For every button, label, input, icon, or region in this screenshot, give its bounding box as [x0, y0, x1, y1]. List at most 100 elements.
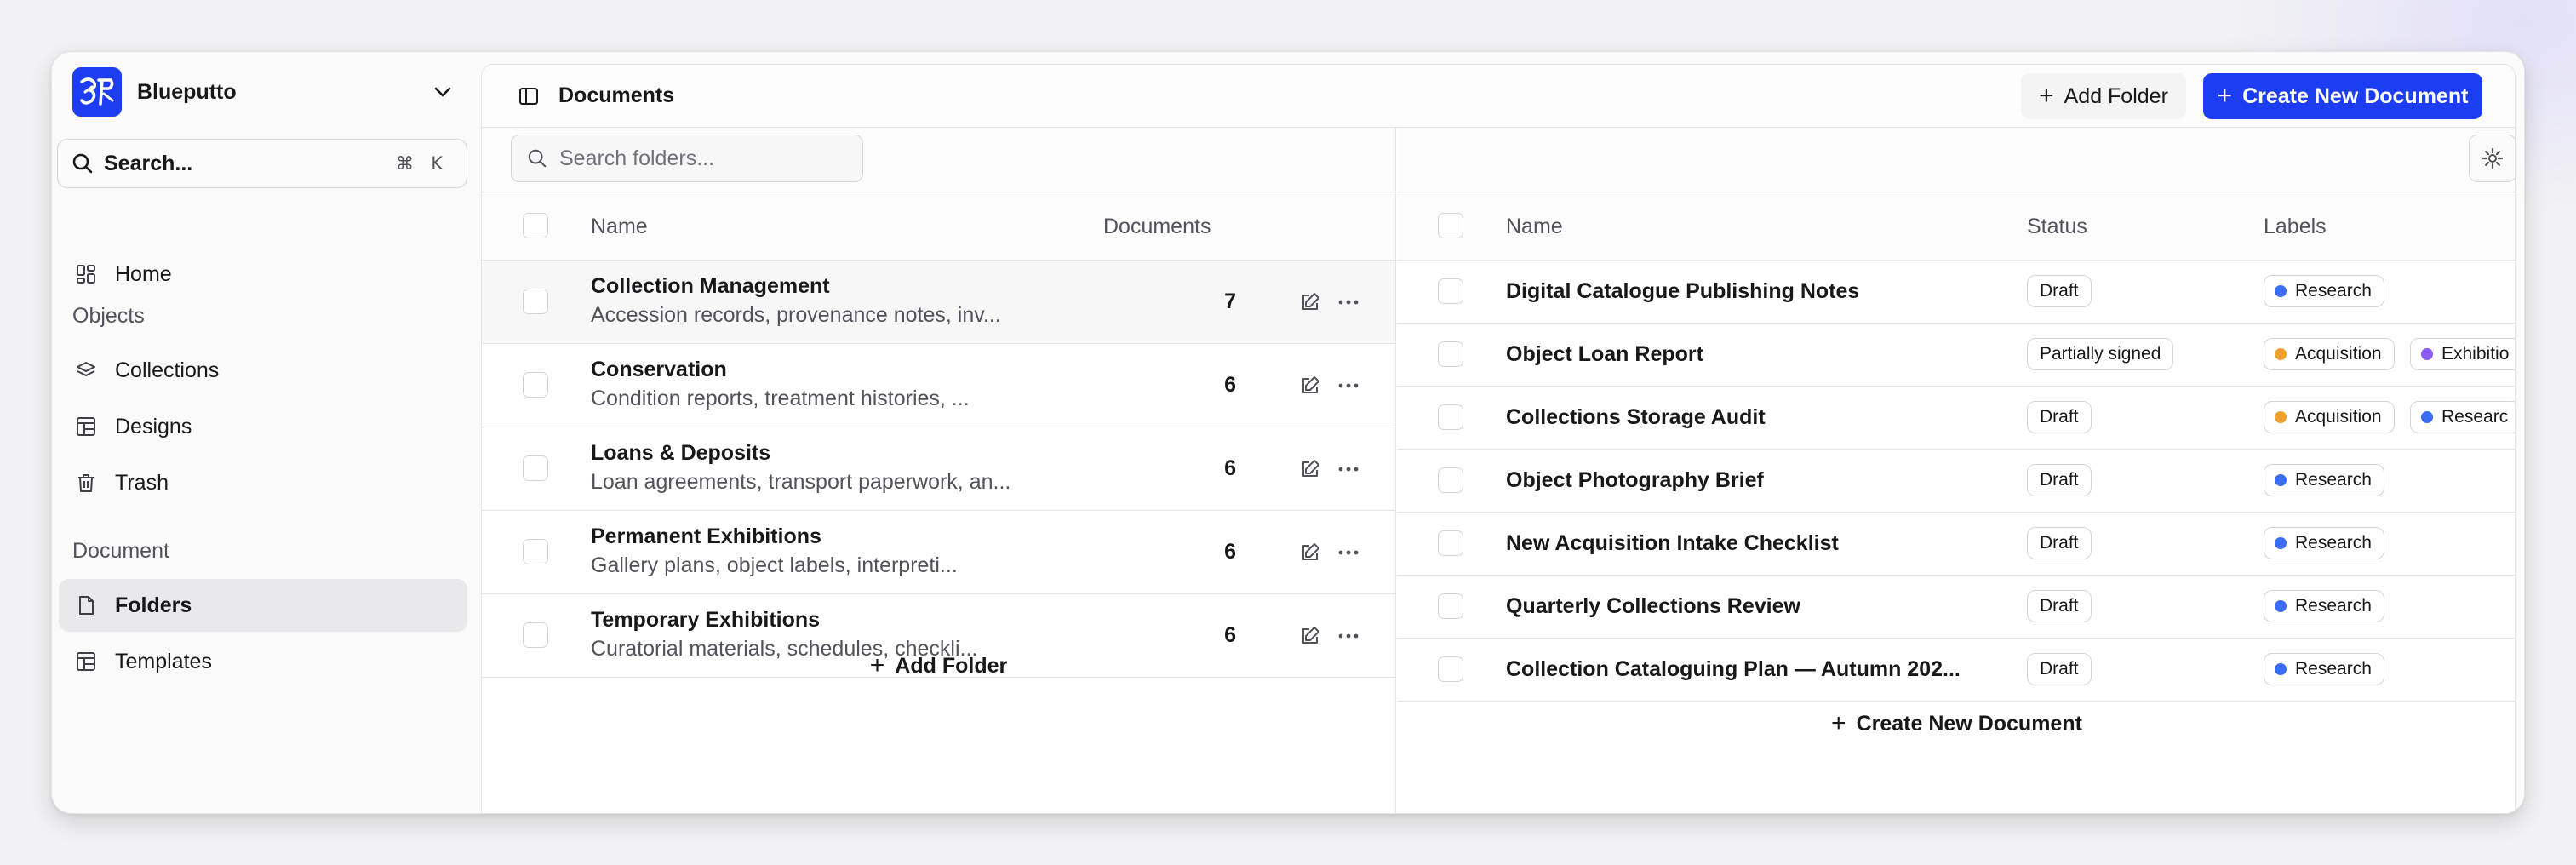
select-all-documents-checkbox[interactable]	[1438, 213, 1463, 238]
row-checkbox[interactable]	[523, 539, 548, 564]
shortcut-k-key: K	[431, 153, 443, 174]
gear-icon	[2482, 147, 2504, 169]
select-all-folders-checkbox[interactable]	[523, 213, 548, 238]
section-heading-document: Document	[72, 539, 169, 563]
section-heading-objects: Objects	[72, 304, 145, 328]
folder-document-count: 6	[1224, 373, 1236, 397]
folder-name: Conservation	[591, 358, 727, 381]
add-folder-button[interactable]: + Add Folder	[2021, 73, 2186, 119]
folders-table-header: Name Documents	[482, 192, 1395, 261]
folder-description: Loan agreements, transport paperwork, an…	[591, 470, 1011, 494]
table-row[interactable]: Quarterly Collections Review Draft Researc…	[1397, 576, 2515, 639]
row-checkbox[interactable]	[523, 372, 548, 398]
file-icon	[74, 593, 98, 617]
status-badge: Draft	[2027, 590, 2092, 622]
row-checkbox[interactable]	[1438, 404, 1463, 430]
create-document-link[interactable]: + Create New Document	[1397, 707, 2515, 741]
folder-document-count: 6	[1224, 623, 1236, 647]
label-color-dot	[2275, 411, 2287, 423]
folder-name: Loans & Deposits	[591, 441, 771, 465]
document-name: Object Loan Report	[1506, 342, 1703, 366]
document-name: Collection Cataloguing Plan — Autumn 202…	[1506, 657, 1961, 681]
table-row[interactable]: Collection Management Accession records,…	[482, 261, 1395, 344]
sidebar-item-collections[interactable]: Collections	[59, 344, 467, 397]
label-color-dot	[2275, 537, 2287, 549]
label-color-dot	[2421, 348, 2433, 360]
table-row[interactable]: Loans & Deposits Loan agreements, transp…	[482, 427, 1395, 511]
edit-icon[interactable]	[1299, 458, 1321, 480]
page-header: Documents + Add Folder + Create New Docu…	[482, 65, 2515, 128]
plus-icon: +	[869, 651, 885, 679]
add-folder-link-label: Add Folder	[895, 653, 1008, 678]
workspace-switcher[interactable]: Blueputto	[72, 67, 464, 117]
create-document-button[interactable]: + Create New Document	[2203, 73, 2482, 119]
row-checkbox[interactable]	[1438, 656, 1463, 682]
label-chip: Research	[2264, 527, 2384, 559]
sidebar-item-label: Home	[115, 261, 172, 286]
more-options-icon[interactable]	[1337, 458, 1360, 480]
label-text: Exhibitio	[2441, 344, 2510, 364]
edit-icon[interactable]	[1299, 625, 1321, 647]
table-row[interactable]: Object Photography Brief Draft Research	[1397, 450, 2515, 513]
edit-icon[interactable]	[1299, 375, 1321, 397]
layout-icon	[74, 415, 98, 438]
edit-icon[interactable]	[1299, 291, 1321, 313]
label-text: Research	[2295, 470, 2372, 490]
template-icon	[74, 650, 98, 673]
more-options-icon[interactable]	[1337, 291, 1360, 313]
column-header-name: Name	[1506, 215, 1563, 238]
sidebar-item-label: Templates	[115, 649, 212, 673]
table-row[interactable]: Permanent Exhibitions Gallery plans, obj…	[482, 511, 1395, 594]
column-header-name: Name	[591, 215, 648, 238]
label-chip: Research	[2264, 275, 2384, 307]
table-row[interactable]: Digital Catalogue Publishing Notes Draft R…	[1397, 261, 2515, 324]
label-chip: Exhibitio	[2410, 338, 2515, 370]
sidebar-item-label: Designs	[115, 414, 192, 438]
status-badge: Draft	[2027, 653, 2092, 685]
create-document-label: Create New Document	[2242, 83, 2469, 108]
sidebar-item-home[interactable]: Home	[59, 248, 467, 301]
brand-logo	[72, 67, 122, 117]
table-row[interactable]: Object Loan Report Partially signed Acquis…	[1397, 324, 2515, 387]
status-badge: Draft	[2027, 275, 2092, 307]
document-name: Collections Storage Audit	[1506, 405, 1766, 429]
status-badge: Draft	[2027, 527, 2092, 559]
row-checkbox[interactable]	[523, 455, 548, 481]
sidebar-item-folders[interactable]: Folders	[59, 579, 467, 632]
global-search[interactable]: Search... ⌘ K	[57, 139, 467, 188]
label-chip: Research	[2264, 464, 2384, 496]
row-checkbox[interactable]	[1438, 593, 1463, 619]
label-color-dot	[2275, 285, 2287, 297]
label-text: Researc	[2441, 407, 2509, 427]
row-checkbox[interactable]	[1438, 278, 1463, 304]
table-settings-button[interactable]	[2469, 135, 2515, 182]
more-options-icon[interactable]	[1337, 625, 1360, 647]
row-checkbox[interactable]	[1438, 467, 1463, 493]
sidebar-toggle-icon[interactable]	[518, 85, 540, 107]
sidebar-item-designs[interactable]: Designs	[59, 400, 467, 453]
sidebar-item-trash[interactable]: Trash	[59, 456, 467, 509]
row-checkbox[interactable]	[1438, 530, 1463, 556]
label-text: Acquisition	[2295, 407, 2382, 427]
table-row[interactable]: Conservation Condition reports, treatmen…	[482, 344, 1395, 427]
row-checkbox[interactable]	[1438, 341, 1463, 367]
status-badge: Partially signed	[2027, 338, 2174, 370]
table-row[interactable]: New Acquisition Intake Checklist Draft Res…	[1397, 513, 2515, 576]
label-text: Research	[2295, 281, 2372, 301]
folder-search-input[interactable]	[559, 146, 849, 171]
document-name: Quarterly Collections Review	[1506, 594, 1800, 618]
status-badge: Draft	[2027, 401, 2092, 433]
edit-icon[interactable]	[1299, 541, 1321, 564]
label-color-dot	[2421, 411, 2433, 423]
sidebar-item-templates[interactable]: Templates	[59, 635, 467, 688]
more-options-icon[interactable]	[1337, 541, 1360, 564]
table-row[interactable]: Collection Cataloguing Plan — Autumn 202…	[1397, 639, 2515, 702]
sidebar-item-label: Collections	[115, 358, 220, 382]
folder-search[interactable]	[511, 135, 863, 182]
table-row[interactable]: Collections Storage Audit Draft Acquisitio…	[1397, 387, 2515, 450]
add-folder-link[interactable]: + Add Folder	[482, 649, 1395, 683]
row-checkbox[interactable]	[523, 622, 548, 648]
documents-toolbar	[1397, 128, 2515, 192]
row-checkbox[interactable]	[523, 289, 548, 314]
more-options-icon[interactable]	[1337, 375, 1360, 397]
